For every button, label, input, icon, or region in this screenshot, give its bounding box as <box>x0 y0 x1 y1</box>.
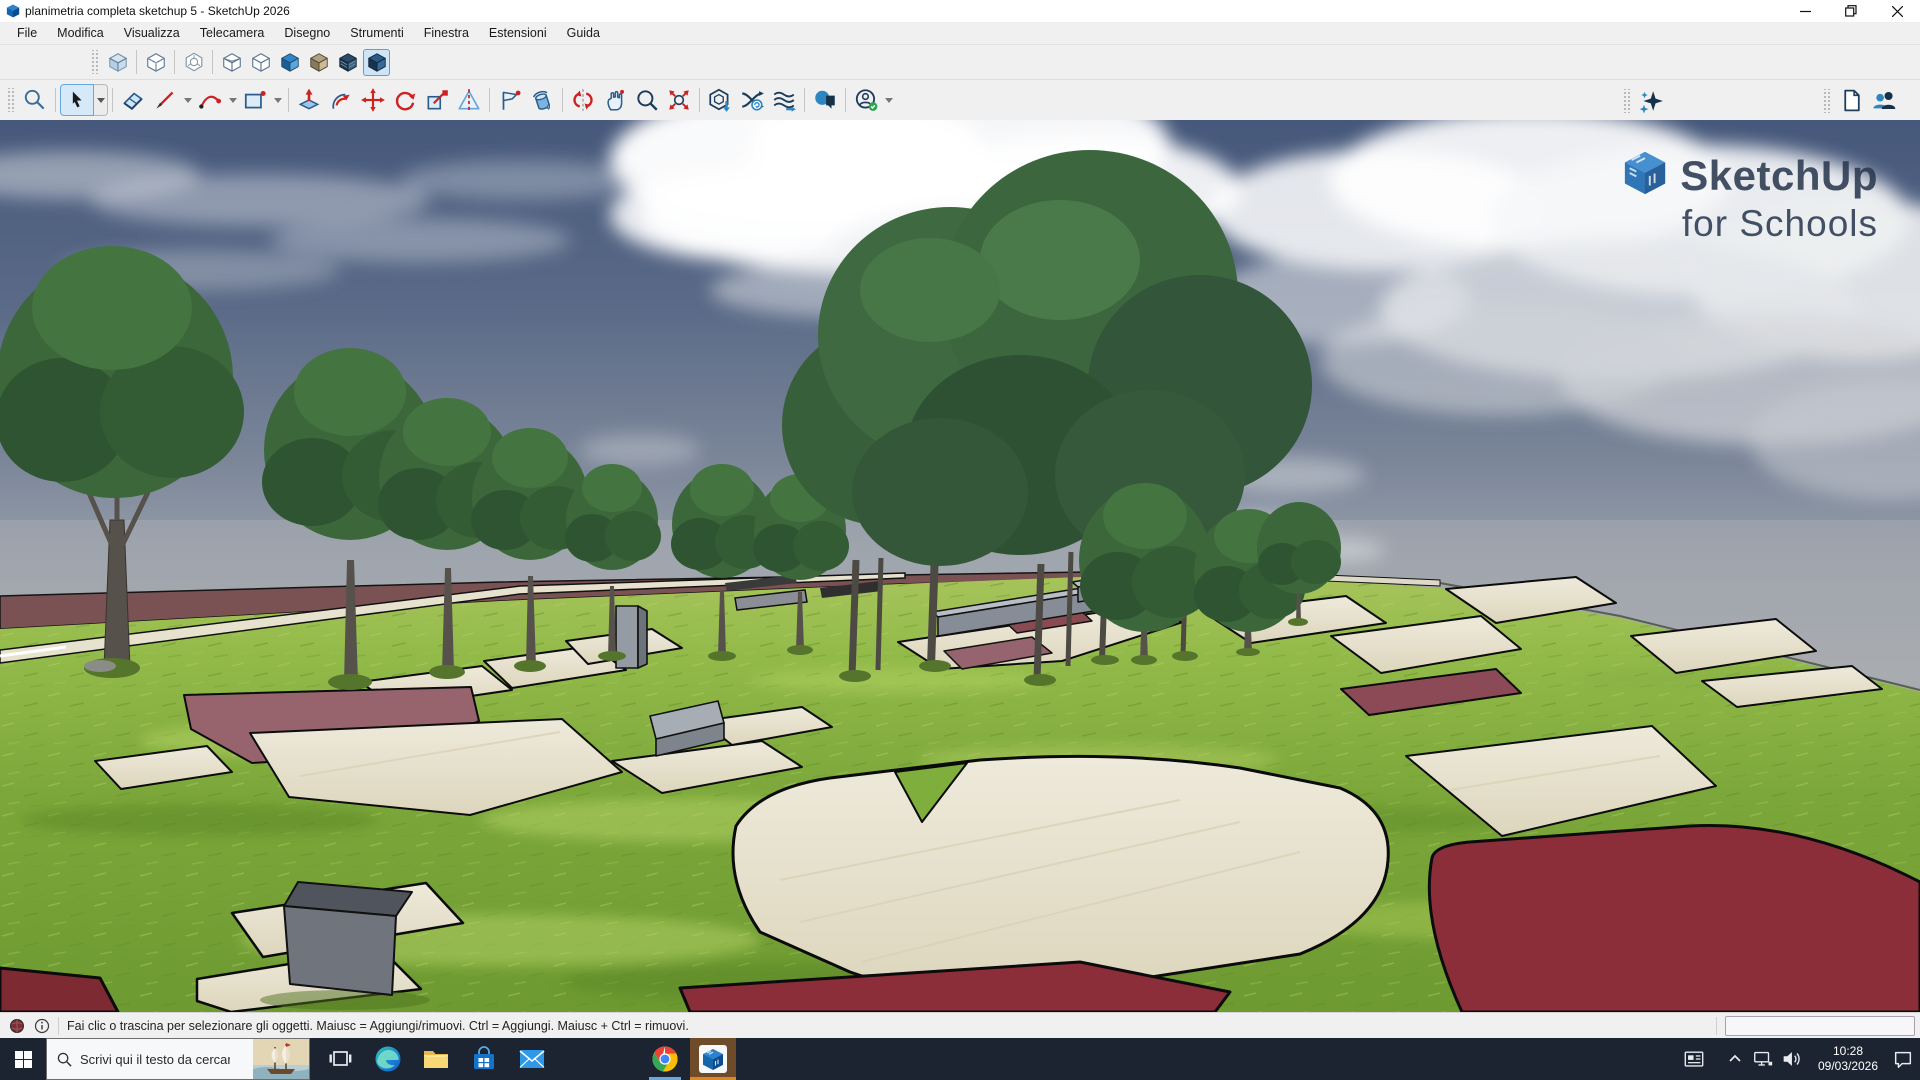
menu-estensioni[interactable]: Estensioni <box>479 23 557 43</box>
edge-icon[interactable] <box>365 1038 411 1080</box>
back-edges-style-icon[interactable] <box>142 49 169 76</box>
search-icon[interactable] <box>19 85 51 115</box>
3d-warehouse-icon[interactable] <box>704 85 736 115</box>
menu-file[interactable]: File <box>7 23 47 43</box>
push-pull-icon[interactable] <box>293 85 325 115</box>
feedback-icon[interactable] <box>809 85 841 115</box>
arc-dropdown[interactable] <box>226 86 239 114</box>
layers-share-icon[interactable] <box>768 85 800 115</box>
toolbar-drag-handle[interactable] <box>6 88 15 112</box>
taskbar-search[interactable] <box>46 1038 310 1080</box>
move-icon[interactable] <box>357 85 389 115</box>
account-dropdown[interactable] <box>882 86 895 114</box>
account-icon[interactable] <box>850 85 882 115</box>
zoom-extents-icon[interactable] <box>663 85 695 115</box>
file-explorer-icon[interactable] <box>413 1038 459 1080</box>
geolocation-icon[interactable] <box>8 1017 25 1034</box>
arc-tool-icon[interactable] <box>194 85 226 115</box>
sketchup-logo-icon <box>1622 150 1668 201</box>
measurement-box[interactable] <box>1725 1016 1915 1036</box>
shaded-style-icon[interactable] <box>276 49 303 76</box>
new-document-icon[interactable] <box>1835 86 1867 116</box>
watermark-brand: SketchUp <box>1680 152 1878 200</box>
menu-telecamera[interactable]: Telecamera <box>190 23 275 43</box>
perspective-style-icon[interactable] <box>180 49 207 76</box>
toolbar-drag-handle[interactable] <box>1622 89 1631 113</box>
menu-strumenti[interactable]: Strumenti <box>340 23 414 43</box>
tape-measure-icon[interactable] <box>453 85 485 115</box>
watermark-sub: for Schools <box>1622 203 1878 245</box>
document-toolbar <box>1816 83 1899 118</box>
menu-bar: File Modifica Visualizza Telecamera Dise… <box>0 22 1920 45</box>
search-input[interactable] <box>80 1052 230 1067</box>
select-arrow-icon[interactable] <box>60 84 94 116</box>
zoom-icon[interactable] <box>631 85 663 115</box>
minimize-button[interactable] <box>1782 0 1828 22</box>
ai-assistant-icon[interactable] <box>1635 86 1667 116</box>
hidden-line-style-icon[interactable] <box>247 49 274 76</box>
search-icon <box>57 1052 72 1067</box>
start-button[interactable] <box>0 1038 46 1080</box>
monochrome-style-icon[interactable] <box>334 49 361 76</box>
rectangle-dropdown[interactable] <box>271 86 284 114</box>
scale-icon[interactable] <box>421 85 453 115</box>
select-tool[interactable] <box>60 84 108 116</box>
task-view-button[interactable] <box>317 1038 363 1080</box>
main-toolbar <box>0 79 1920 120</box>
toolbar-drag-handle[interactable] <box>90 50 99 74</box>
viewport[interactable]: SketchUp for Schools <box>0 120 1920 1012</box>
menu-disegno[interactable]: Disegno <box>274 23 340 43</box>
follow-me-icon[interactable] <box>325 85 357 115</box>
chrome-icon[interactable] <box>642 1038 688 1080</box>
sketchup-app-icon <box>6 4 20 18</box>
eraser-icon[interactable] <box>117 85 149 115</box>
active-textured-style-icon[interactable] <box>363 49 390 76</box>
line-tool-icon[interactable] <box>149 85 181 115</box>
paint-bucket-icon[interactable] <box>526 85 558 115</box>
widgets-icon[interactable] <box>1677 1038 1711 1080</box>
sketchup-taskbar-icon[interactable] <box>690 1038 736 1080</box>
select-dropdown[interactable] <box>94 84 108 116</box>
menu-guida[interactable]: Guida <box>557 23 610 43</box>
xray-style-icon[interactable] <box>104 49 131 76</box>
search-highlight-image[interactable] <box>253 1039 309 1079</box>
collaborators-icon[interactable] <box>1867 86 1899 116</box>
rotate-icon[interactable] <box>389 85 421 115</box>
menu-modifica[interactable]: Modifica <box>47 23 114 43</box>
status-bar: Fai clic o trascina per selezionare gli … <box>0 1012 1920 1038</box>
info-icon[interactable] <box>33 1017 50 1034</box>
status-message: Fai clic o trascina per selezionare gli … <box>67 1019 689 1033</box>
title-bar: planimetria completa sketchup 5 - Sketch… <box>0 0 1920 22</box>
wireframe-style-icon[interactable] <box>218 49 245 76</box>
viewport-canvas[interactable] <box>0 120 1920 1012</box>
window-title: planimetria completa sketchup 5 - Sketch… <box>25 4 290 18</box>
styles-toolbar <box>0 45 1920 79</box>
clock-date: 09/03/2026 <box>1818 1059 1878 1074</box>
taskbar-clock[interactable]: 10:28 09/03/2026 <box>1802 1038 1894 1080</box>
taskbar: 10:28 09/03/2026 <box>0 1038 1920 1080</box>
action-center-icon[interactable] <box>1886 1038 1920 1080</box>
store-icon[interactable] <box>461 1038 507 1080</box>
pan-hand-icon[interactable] <box>599 85 631 115</box>
mail-icon[interactable] <box>509 1038 555 1080</box>
model-cleanup-icon[interactable] <box>736 85 768 115</box>
clock-time: 10:28 <box>1833 1044 1863 1059</box>
ai-toolbar <box>1616 83 1667 118</box>
close-button[interactable] <box>1874 0 1920 22</box>
line-dropdown[interactable] <box>181 86 194 114</box>
rectangle-tool-icon[interactable] <box>239 85 271 115</box>
menu-finestra[interactable]: Finestra <box>414 23 479 43</box>
label-icon[interactable] <box>494 85 526 115</box>
shaded-textures-style-icon[interactable] <box>305 49 332 76</box>
flip-icon[interactable] <box>567 85 599 115</box>
watermark: SketchUp for Schools <box>1622 150 1878 245</box>
toolbar-drag-handle[interactable] <box>1822 89 1831 113</box>
restore-button[interactable] <box>1828 0 1874 22</box>
menu-visualizza[interactable]: Visualizza <box>114 23 190 43</box>
